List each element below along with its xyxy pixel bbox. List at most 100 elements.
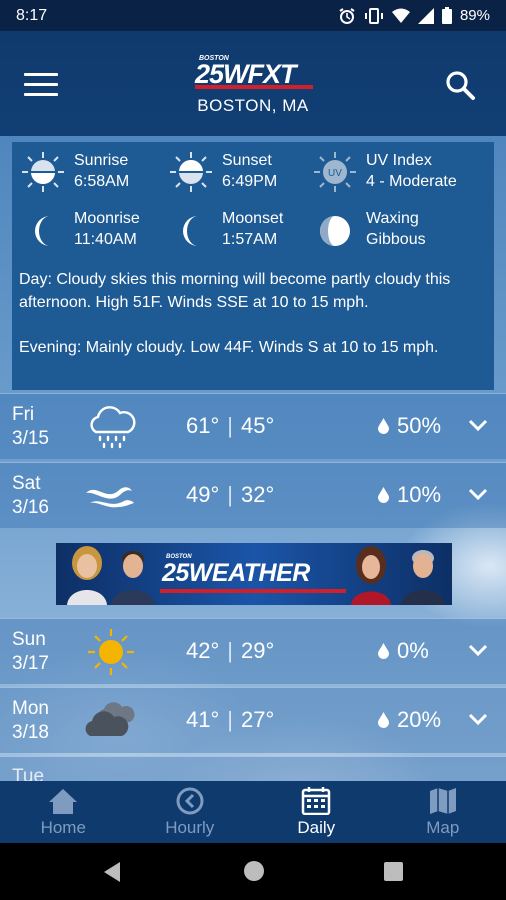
forecast-row-tue[interactable]: Tue — [0, 756, 506, 781]
temperature-range: 41° | 27° — [186, 707, 274, 733]
day-of-week: Sun — [12, 629, 46, 650]
anchor-portrait-3 — [351, 546, 391, 605]
anchor-portrait-4 — [401, 550, 445, 605]
day-date: 3/16 — [12, 497, 49, 518]
precip-value: 10% — [397, 482, 442, 507]
nav-map-label: Map — [426, 818, 460, 837]
sunset-icon — [170, 152, 212, 192]
uv-badge-text: UV — [328, 168, 342, 179]
high-temp: 49° — [186, 482, 220, 507]
moon-phase-label: Waxing — [366, 210, 419, 227]
cloudy-icon — [85, 702, 135, 736]
logo-underline — [195, 85, 313, 89]
calendar-icon — [302, 787, 331, 815]
moon-phase-value: Gibbous — [366, 231, 426, 248]
high-temp: 61° — [186, 413, 220, 438]
precip-value: 50% — [397, 413, 442, 438]
vibrate-icon — [364, 7, 384, 25]
day-of-week: Fri — [12, 404, 35, 425]
precip-value: 20% — [397, 707, 442, 732]
day-label: Sun 3/17 — [12, 628, 49, 676]
anchor-portrait-2 — [111, 551, 155, 605]
uv-icon: UV — [314, 152, 356, 192]
nav-home-label: Home — [40, 818, 86, 837]
forecast-row-fri[interactable]: Fri 3/15 61° | 45° 50% — [0, 393, 506, 459]
recents-icon[interactable] — [384, 862, 403, 881]
uv-value: 4 - Moderate — [366, 173, 457, 190]
home-icon — [49, 789, 78, 814]
search-icon[interactable] — [444, 69, 476, 101]
moonrise-item: Moonrise 11:40AM — [20, 208, 170, 254]
raindrop-icon — [378, 712, 389, 728]
day-label: Sat 3/16 — [12, 472, 49, 520]
nav-daily[interactable]: Daily — [253, 781, 380, 843]
status-bar: 8:17 89% — [0, 0, 506, 31]
battery-icon — [441, 7, 452, 24]
moonrise-value: 11:40AM — [74, 231, 137, 248]
nav-daily-label: Daily — [297, 818, 336, 837]
precip-chance: 0% — [378, 638, 429, 664]
moonrise-icon — [35, 216, 50, 246]
moonset-item: Moonset 1:57AM — [168, 208, 318, 254]
forecast-row-sat[interactable]: Sat 3/16 49° | 32° 10% — [0, 462, 506, 528]
map-icon — [429, 788, 456, 814]
precip-chance: 20% — [378, 707, 441, 733]
temp-separator: | — [227, 413, 233, 438]
back-icon[interactable] — [102, 861, 122, 883]
status-icons: 89% — [338, 7, 490, 25]
station-logo: BOSTON 25WFXT — [195, 55, 313, 89]
sunset-item: Sunset 6:49PM — [168, 150, 318, 196]
temp-separator: | — [227, 707, 233, 732]
home-circle-icon[interactable] — [242, 859, 266, 883]
chevron-down-icon[interactable] — [468, 712, 488, 726]
sunset-label: Sunset — [222, 152, 272, 169]
day-date: 3/18 — [12, 722, 49, 743]
raindrop-icon — [378, 487, 389, 503]
precip-chance: 50% — [378, 413, 441, 439]
chevron-down-icon[interactable] — [468, 643, 488, 657]
wifi-icon — [391, 8, 410, 24]
app-header: BOSTON 25WFXT BOSTON, MA — [0, 31, 506, 136]
nav-hourly[interactable]: Hourly — [127, 781, 254, 843]
alarm-icon — [338, 7, 356, 25]
day-of-week: Tue — [12, 766, 45, 781]
ad-title-underline — [160, 589, 346, 593]
raindrop-icon — [378, 643, 389, 659]
day-label: Mon 3/18 — [12, 697, 49, 745]
bottom-navigation: Home Hourly Daily Map — [0, 781, 506, 843]
low-temp: 45° — [241, 413, 275, 438]
sunrise-label: Sunrise — [74, 152, 129, 169]
nav-home[interactable]: Home — [0, 781, 127, 843]
chevron-down-icon[interactable] — [468, 418, 488, 432]
moon-phase-icon — [320, 216, 350, 246]
precip-value: 0% — [397, 638, 429, 663]
nav-hourly-label: Hourly — [165, 818, 215, 837]
forecast-row-sun[interactable]: Sun 3/17 42° | 29° 0% — [0, 618, 506, 684]
chevron-down-icon[interactable] — [468, 487, 488, 501]
forecast-row-mon[interactable]: Mon 3/18 41° | 27° 20% — [0, 687, 506, 753]
high-temp: 42° — [186, 638, 220, 663]
day-of-week: Mon — [12, 698, 49, 719]
temperature-range: 61° | 45° — [186, 413, 274, 439]
raindrop-icon — [378, 418, 389, 434]
rain-cloud-icon — [90, 406, 136, 449]
system-navigation-bar — [0, 843, 506, 900]
wind-icon — [86, 487, 134, 508]
nav-map[interactable]: Map — [380, 781, 506, 843]
day-details-panel: Sunrise 6:58AM Sunset 6:49PM UV UV Index 4 … — [12, 142, 494, 390]
clock-time: 8:17 — [16, 6, 48, 24]
day-date: 3/17 — [12, 653, 49, 674]
temperature-range: 42° | 29° — [186, 638, 274, 664]
moon-phase-item: Waxing Gibbous — [312, 208, 494, 254]
day-forecast-text: Day: Cloudy skies this morning will beco… — [19, 271, 451, 311]
ad-title: 25WEATHER — [162, 559, 310, 587]
uv-index-item: UV UV Index 4 - Moderate — [312, 150, 494, 196]
weather-team-ad-banner[interactable]: BOSTON 25WEATHER — [56, 543, 452, 605]
temp-separator: | — [227, 638, 233, 663]
low-temp: 27° — [241, 707, 275, 732]
low-temp: 32° — [241, 482, 275, 507]
uv-label: UV Index — [366, 152, 432, 169]
battery-percent: 89% — [459, 7, 490, 24]
precip-chance: 10% — [378, 482, 441, 508]
moonrise-label: Moonrise — [74, 210, 140, 227]
